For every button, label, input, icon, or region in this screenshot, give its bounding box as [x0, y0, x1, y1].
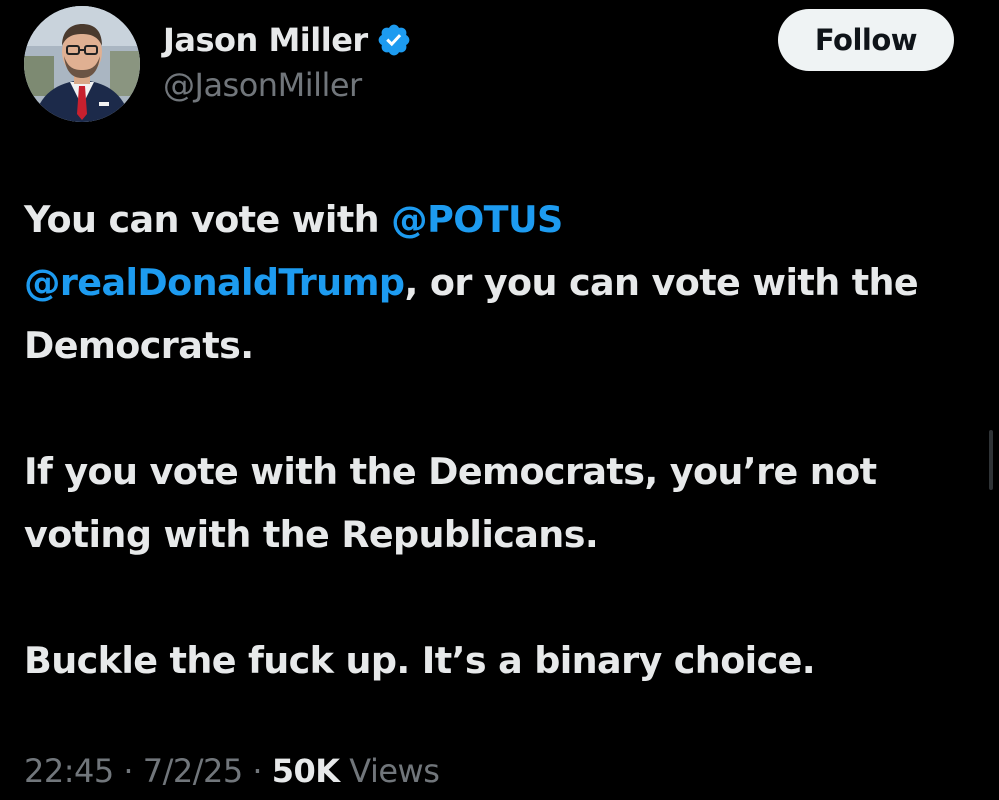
- mention-link-potus[interactable]: @POTUS: [391, 198, 563, 241]
- tweet-paragraph: If you vote with the Democrats, you’re n…: [24, 440, 974, 566]
- mention-link-realdonaldtrump[interactable]: @realDonaldTrump: [24, 261, 405, 304]
- tweet-meta: 22:45 · 7/2/25 · 50K Views: [24, 752, 440, 790]
- tweet-time[interactable]: 22:45: [24, 752, 114, 790]
- tweet-paragraph: Buckle the fuck up. It’s a binary choice…: [24, 629, 974, 692]
- tweet-text-segment: You can vote with: [24, 198, 392, 241]
- tweet-date[interactable]: 7/2/25: [143, 752, 244, 790]
- meta-separator: ·: [242, 752, 272, 790]
- author-name-row: Jason Miller: [163, 18, 412, 62]
- meta-separator: ·: [113, 752, 143, 790]
- tweet-text-segment: Buckle the fuck up. It’s a binary choice…: [24, 639, 816, 682]
- tweet-text: You can vote with @POTUS @realDonaldTrum…: [24, 188, 974, 692]
- views-count[interactable]: 50K: [272, 752, 340, 790]
- tweet-paragraph: You can vote with @POTUS @realDonaldTrum…: [24, 188, 974, 377]
- follow-button[interactable]: Follow: [778, 9, 954, 71]
- verified-badge-icon[interactable]: [376, 22, 412, 58]
- tweet: Jason Miller @JasonMiller Follow You can…: [0, 0, 999, 800]
- tweet-text-segment: If you vote with the Democrats, you’re n…: [24, 450, 877, 556]
- views-label: Views: [339, 752, 440, 790]
- author-display-name[interactable]: Jason Miller: [163, 21, 368, 59]
- author-handle[interactable]: @JasonMiller: [163, 66, 362, 104]
- avatar-image: [24, 6, 140, 122]
- author-avatar[interactable]: [24, 6, 140, 122]
- scrollbar[interactable]: [989, 430, 993, 490]
